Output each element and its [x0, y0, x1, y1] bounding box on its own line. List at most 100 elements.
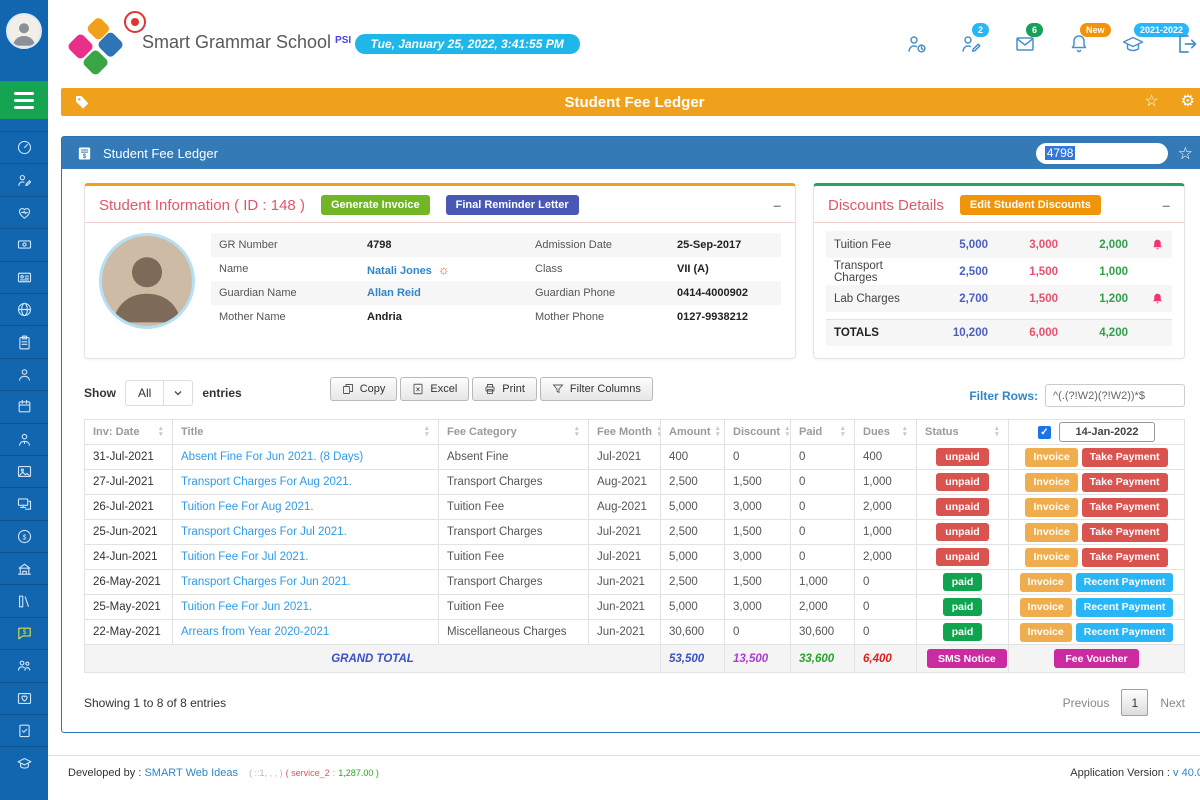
column-header-discount[interactable]: Discount▲▼: [725, 420, 791, 445]
take-payment-button[interactable]: Take Payment: [1082, 473, 1168, 492]
sidebar-item-fee-ledger[interactable]: $: [0, 617, 48, 649]
recent-payment-button[interactable]: Recent Payment: [1076, 573, 1174, 592]
date-filter-input[interactable]: 14-Jan-2022: [1059, 422, 1155, 442]
paid-cell: 0: [791, 545, 855, 570]
settings-gear-icon[interactable]: ⚙: [1181, 94, 1195, 110]
print-button[interactable]: Print: [472, 377, 537, 401]
invoice-button[interactable]: Invoice: [1020, 573, 1072, 592]
take-payment-button[interactable]: Take Payment: [1082, 498, 1168, 517]
collapse-student-card-icon[interactable]: –: [773, 197, 781, 213]
fee-title-link[interactable]: Transport Charges For Jun 2021.: [181, 576, 351, 588]
discount-fee-name: Tuition Fee: [834, 239, 918, 251]
fee-title-link[interactable]: Tuition Fee For Jul 2021.: [181, 551, 308, 563]
sidebar-item-payments[interactable]: $: [0, 520, 48, 552]
logout-button[interactable]: [1175, 32, 1199, 56]
user-clock-button[interactable]: [905, 32, 929, 56]
column-header-amount[interactable]: Amount▲▼: [661, 420, 725, 445]
sidebar-item-alumni-cap[interactable]: [0, 746, 48, 778]
discount-row: Lab Charges2,7001,5001,200: [826, 285, 1172, 312]
invoice-button[interactable]: Invoice: [1025, 473, 1077, 492]
next-button[interactable]: Next: [1160, 696, 1185, 710]
user-avatar[interactable]: [6, 13, 42, 49]
totals-discount: 6,000: [988, 327, 1058, 339]
sidebar-item-clipboard[interactable]: [0, 325, 48, 357]
column-header-inv-date[interactable]: Inv: Date▲▼: [85, 420, 173, 445]
sidebar-item-fees-note[interactable]: [0, 228, 48, 260]
invoice-button[interactable]: Invoice: [1025, 448, 1077, 467]
column-header-paid[interactable]: Paid▲▼: [791, 420, 855, 445]
guardian-name-link[interactable]: Allan Reid: [367, 287, 535, 299]
panel-star-icon[interactable]: ☆: [1178, 145, 1193, 162]
fee-month-cell: Jun-2021: [589, 620, 661, 645]
date-filter-checkbox[interactable]: ✓: [1038, 426, 1051, 439]
sidebar-item-health[interactable]: [0, 196, 48, 228]
page-number-button[interactable]: 1: [1121, 689, 1148, 716]
sidebar-item-tasks-check[interactable]: [0, 714, 48, 746]
page-size-select[interactable]: All: [125, 380, 193, 406]
fee-title-cell: Transport Charges For Jun 2021.: [173, 570, 439, 595]
invoice-button[interactable]: Invoice: [1025, 548, 1077, 567]
take-payment-button[interactable]: Take Payment: [1082, 523, 1168, 542]
sidebar-item-computer-lab[interactable]: [0, 487, 48, 519]
fee-voucher-button[interactable]: Fee Voucher: [1054, 649, 1138, 668]
discount-cell: 0: [725, 445, 791, 470]
filter-columns-button[interactable]: Filter Columns: [540, 377, 653, 401]
column-header-fee-category[interactable]: Fee Category▲▼: [439, 420, 589, 445]
student-name-link[interactable]: Natali Jones: [367, 265, 432, 277]
sidebar-item-campus-building[interactable]: [0, 552, 48, 584]
developer-link[interactable]: SMART Web Ideas: [144, 767, 238, 779]
fee-title-link[interactable]: Absent Fine For Jun 2021. (8 Days): [181, 451, 363, 463]
sidebar-item-dashboard[interactable]: [0, 131, 48, 163]
sidebar-item-gallery[interactable]: [0, 455, 48, 487]
entries-info: Showing 1 to 8 of 8 entries: [84, 696, 226, 710]
excel-button[interactable]: Excel: [400, 377, 469, 401]
inv-date-cell: 25-May-2021: [85, 595, 173, 620]
invoice-button[interactable]: Invoice: [1025, 523, 1077, 542]
generate-invoice-button[interactable]: Generate Invoice: [321, 195, 430, 215]
notifications-button[interactable]: New: [1067, 32, 1091, 56]
sidebar-item-calendar[interactable]: [0, 390, 48, 422]
invoice-button[interactable]: Invoice: [1020, 623, 1072, 642]
sidebar-item-student-edit[interactable]: [0, 163, 48, 195]
recent-payment-button[interactable]: Recent Payment: [1076, 623, 1174, 642]
sidebar-item-card-heart[interactable]: [0, 682, 48, 714]
take-payment-button[interactable]: Take Payment: [1082, 548, 1168, 567]
collapse-discounts-card-icon[interactable]: –: [1162, 197, 1170, 213]
final-reminder-button[interactable]: Final Reminder Letter: [446, 195, 579, 215]
menu-toggle-button[interactable]: [0, 81, 48, 119]
previous-button[interactable]: Previous: [1063, 696, 1110, 710]
sms-notice-button[interactable]: SMS Notice: [927, 649, 1007, 668]
column-header-dues[interactable]: Dues▲▼: [855, 420, 917, 445]
sidebar-item-person[interactable]: [0, 358, 48, 390]
column-header-fee-month[interactable]: Fee Month▲▼: [589, 420, 661, 445]
fee-title-link[interactable]: Tuition Fee For Aug 2021.: [181, 501, 314, 513]
invoice-button[interactable]: Invoice: [1020, 598, 1072, 617]
fee-title-link[interactable]: Arrears from Year 2020-2021: [181, 626, 329, 638]
sidebar-item-staff[interactable]: [0, 423, 48, 455]
panel-body: Student Information ( ID : 148 ) Generat…: [62, 169, 1200, 716]
edit-discounts-button[interactable]: Edit Student Discounts: [960, 195, 1101, 215]
fee-title-link[interactable]: Transport Charges For Jul 2021.: [181, 526, 347, 538]
favorite-star-icon[interactable]: ☆: [1144, 94, 1158, 110]
academic-session-button[interactable]: 2021-2022: [1121, 32, 1145, 56]
sidebar-item-library-books[interactable]: [0, 584, 48, 616]
invoice-button[interactable]: Invoice: [1025, 498, 1077, 517]
filter-rows-input[interactable]: [1045, 384, 1185, 407]
sidebar-item-globe[interactable]: [0, 293, 48, 325]
status-badge: unpaid: [936, 473, 988, 491]
sidebar-item-community[interactable]: [0, 649, 48, 681]
gr-search-input[interactable]: 4798: [1036, 143, 1168, 164]
recent-payment-button[interactable]: Recent Payment: [1076, 598, 1174, 617]
column-header-title[interactable]: Title▲▼: [173, 420, 439, 445]
fee-title-link[interactable]: Transport Charges For Aug 2021.: [181, 476, 352, 488]
copy-button[interactable]: Copy: [330, 377, 398, 401]
take-payment-button[interactable]: Take Payment: [1082, 448, 1168, 467]
student-edit-button[interactable]: 2: [959, 32, 983, 56]
fee-title-link[interactable]: Tuition Fee For Jun 2021.: [181, 601, 312, 613]
info-row: GR Number 4798 Admission Date 25-Sep-201…: [211, 233, 781, 257]
fee-row: 27-Jul-2021Transport Charges For Aug 202…: [85, 470, 1185, 495]
main-area: Smart Grammar SchoolPSI Tue, January 25,…: [48, 0, 1200, 800]
column-header-status[interactable]: Status▲▼: [917, 420, 1009, 445]
mail-button[interactable]: 6: [1013, 32, 1037, 56]
sidebar-item-id-card[interactable]: [0, 261, 48, 293]
